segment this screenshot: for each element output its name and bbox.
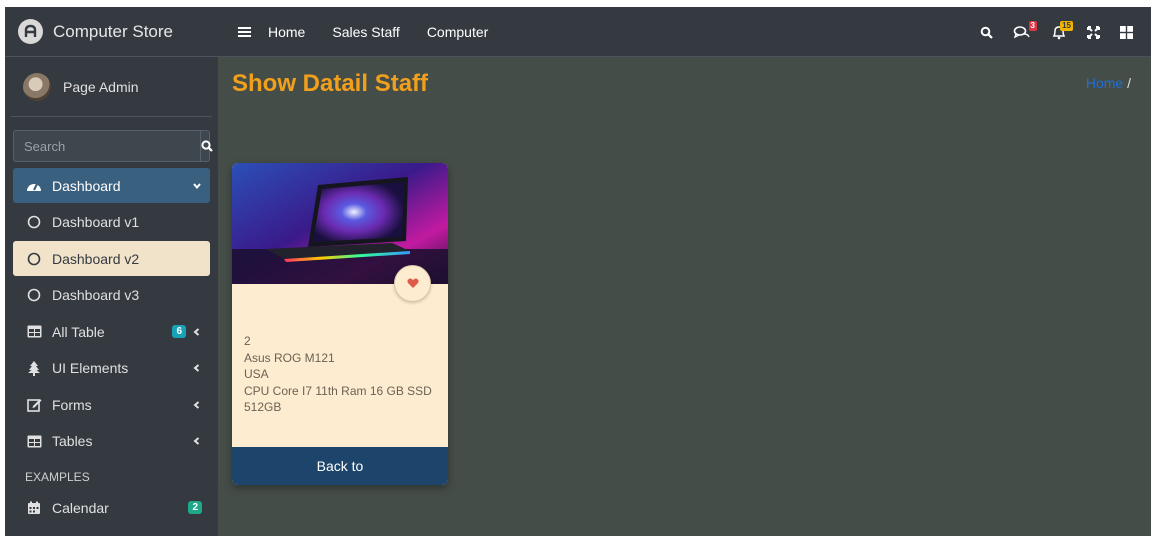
tree-icon xyxy=(25,360,43,376)
user-name: Page Admin xyxy=(63,78,139,95)
brand-logo-icon xyxy=(18,19,43,44)
sidebar-item-label: Tables xyxy=(52,433,93,449)
sidebar-item-calendar[interactable]: Calendar 2 xyxy=(13,490,210,525)
notifications-badge: 15 xyxy=(1060,20,1073,31)
sidebar-item-ui-elements[interactable]: UI Elements xyxy=(13,351,210,386)
brand-link[interactable]: Computer Store xyxy=(5,7,218,57)
chevron-down-icon xyxy=(193,182,201,189)
product-card: 2 Asus ROG M121 USA CPU Core I7 11th Ram… xyxy=(232,163,448,485)
sidebar-item-dashboard-v2[interactable]: Dashboard v2 xyxy=(13,241,210,276)
tachometer-icon xyxy=(25,179,43,193)
top-navbar: Home Sales Staff Computer 3 15 xyxy=(218,7,1151,57)
sidebar-nav: Dashboard Dashboard v1 Dashboard v2 Dash… xyxy=(5,168,218,525)
sidebar-item-label: Forms xyxy=(52,396,92,413)
chevron-left-icon xyxy=(193,364,200,372)
table-icon xyxy=(25,325,43,338)
sidebar-item-tables[interactable]: Tables xyxy=(13,424,210,459)
notifications-button[interactable]: 15 xyxy=(1051,20,1073,40)
search-icon xyxy=(980,26,993,39)
circle-icon xyxy=(25,288,43,302)
back-button[interactable]: Back to xyxy=(232,447,448,485)
sidebar-item-dashboard[interactable]: Dashboard xyxy=(13,168,210,203)
circle-icon xyxy=(25,252,43,266)
nav-link-sales-staff[interactable]: Sales Staff xyxy=(332,24,399,40)
navbar-icons: 3 15 xyxy=(980,7,1133,57)
edit-icon xyxy=(25,398,43,412)
sidebar-item-label: Dashboard v3 xyxy=(52,287,140,303)
messages-badge: 3 xyxy=(1028,21,1037,31)
sidebar-item-dashboard-v3[interactable]: Dashboard v3 xyxy=(13,278,210,313)
brand-name: Computer Store xyxy=(53,21,173,41)
product-origin: USA xyxy=(244,367,269,381)
chevron-left-icon xyxy=(193,437,200,445)
sidebar-section-header: EXAMPLES xyxy=(25,470,90,484)
page-title: Show Datail Staff xyxy=(232,70,429,97)
chevron-left-icon xyxy=(193,327,200,336)
avatar xyxy=(23,72,51,101)
product-name: Asus ROG M121 xyxy=(244,350,335,365)
search-input[interactable] xyxy=(14,131,200,161)
sidebar-item-label: Calendar xyxy=(52,499,109,516)
search-icon xyxy=(201,140,213,152)
table-icon xyxy=(25,435,43,448)
count-badge: 2 xyxy=(188,501,202,514)
app-frame: Computer Store Page Admin Dashboard xyxy=(5,7,1151,536)
user-panel[interactable]: Page Admin xyxy=(11,57,212,117)
messages-button[interactable]: 3 xyxy=(1013,21,1037,39)
breadcrumb-separator: / xyxy=(1127,75,1131,91)
sidebar-item-all-table[interactable]: All Table 6 xyxy=(13,314,210,349)
window-edge xyxy=(1151,0,1156,536)
sidebar: Computer Store Page Admin Dashboard xyxy=(5,7,218,536)
sidebar-item-label: Dashboard xyxy=(52,177,121,194)
breadcrumb-home-link[interactable]: Home xyxy=(1086,75,1123,91)
sidebar-item-label: UI Elements xyxy=(52,360,129,376)
breadcrumb: Home / xyxy=(1086,75,1131,91)
hamburger-icon xyxy=(238,26,251,37)
navbar-search-button[interactable] xyxy=(980,26,993,39)
control-sidebar-button[interactable] xyxy=(1120,25,1133,39)
search-button[interactable] xyxy=(200,131,213,161)
sidebar-search xyxy=(13,130,213,162)
product-details: 2 Asus ROG M121 USA CPU Core I7 11th Ram… xyxy=(244,333,439,416)
th-large-icon xyxy=(1120,25,1133,39)
favorite-button[interactable] xyxy=(394,265,431,302)
sidebar-item-forms[interactable]: Forms xyxy=(13,387,210,422)
menu-toggle-button[interactable] xyxy=(238,26,251,38)
heart-icon xyxy=(406,278,419,288)
expand-arrows-icon xyxy=(1087,25,1100,39)
sidebar-item-label: Dashboard v1 xyxy=(52,214,140,230)
nav-link-computer[interactable]: Computer xyxy=(427,24,488,40)
sidebar-item-label: Dashboard v2 xyxy=(52,250,140,267)
nav-link-home[interactable]: Home xyxy=(268,24,305,40)
product-specs: CPU Core I7 11th Ram 16 GB SSD 512GB xyxy=(244,383,432,415)
sidebar-item-dashboard-v1[interactable]: Dashboard v1 xyxy=(13,205,210,240)
chevron-left-icon xyxy=(193,400,200,409)
fullscreen-button[interactable] xyxy=(1087,25,1100,39)
product-id: 2 xyxy=(244,334,251,348)
calendar-icon xyxy=(25,501,43,515)
count-badge: 6 xyxy=(172,325,186,338)
circle-icon xyxy=(25,215,43,229)
sidebar-item-label: All Table xyxy=(52,323,105,340)
